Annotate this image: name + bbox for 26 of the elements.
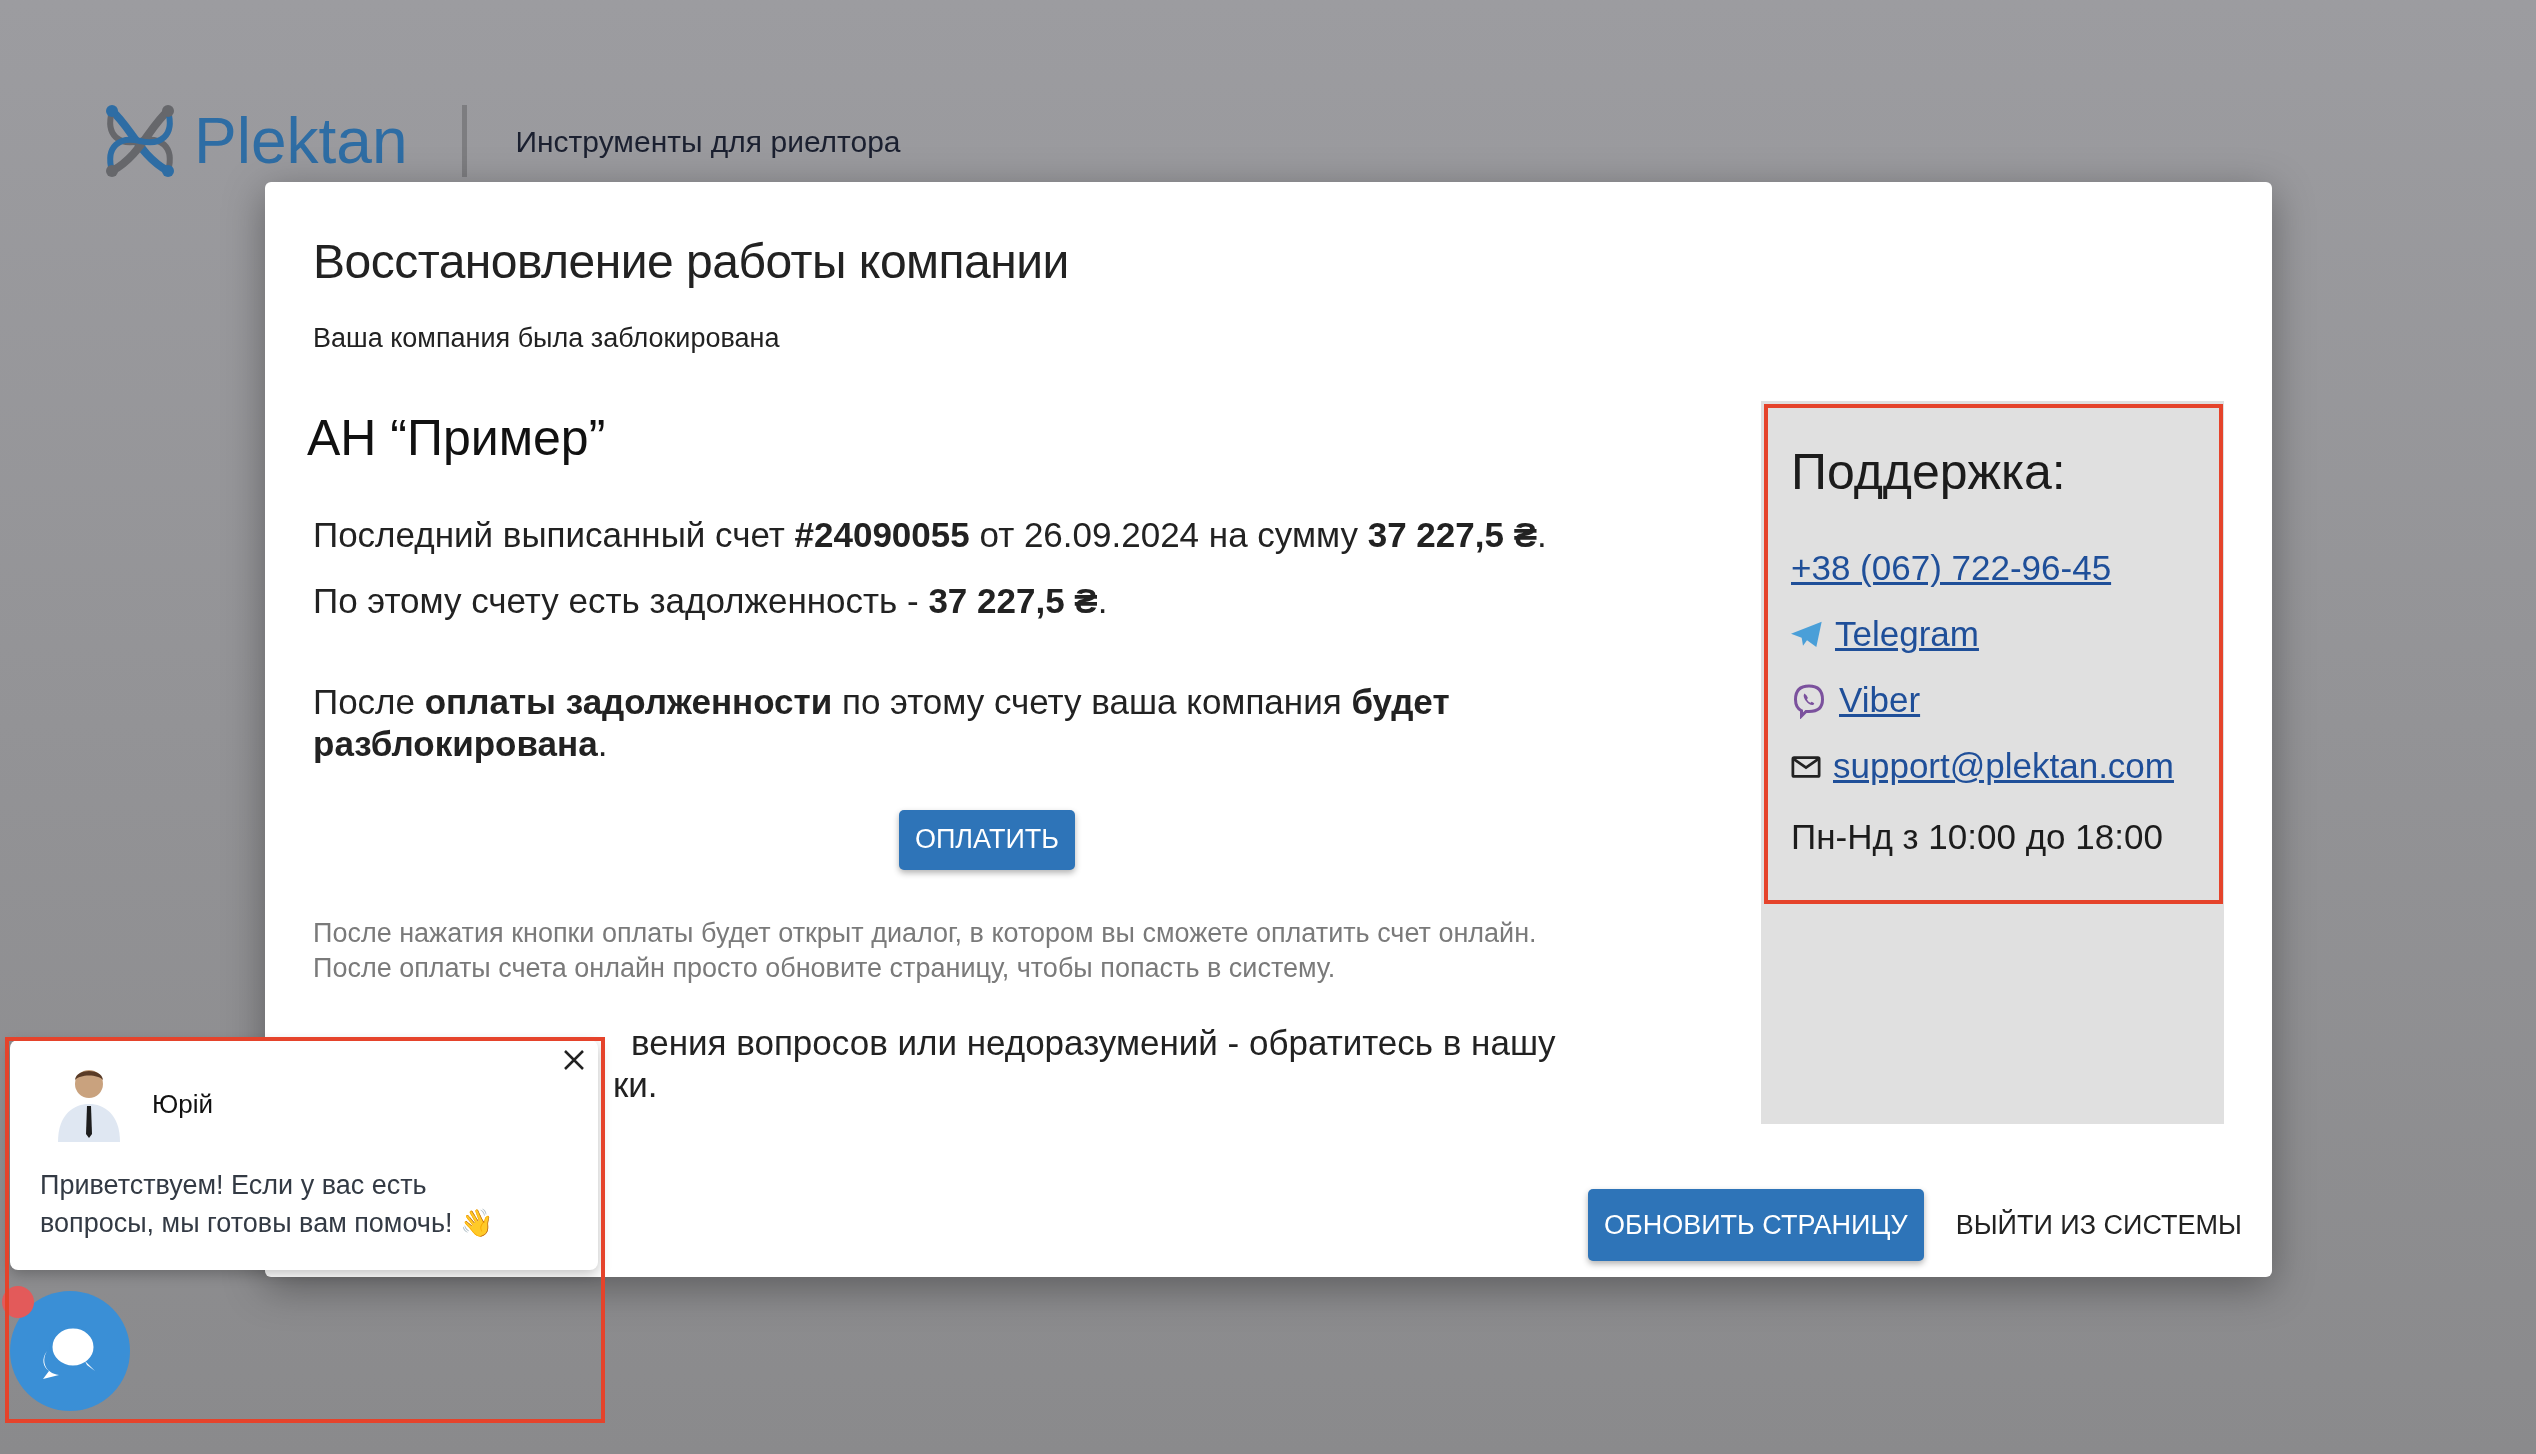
chat-message: Приветствуем! Если у вас есть вопросы, мы готовы вам помочь! 👋 [40, 1169, 495, 1240]
unlock-text: После оплаты задолженности по этому счету ваша компания будет разблокирована. [313, 680, 1451, 765]
payment-note: После оплаты счета онлайн просто обновите страницу, чтобы попасть в систему. [313, 951, 1337, 985]
contact-text: вения вопросов или недоразумений - обратитесь в нашу [631, 1021, 1556, 1064]
support-hours: Пн-Нд з 10:00 до 18:00 [1791, 815, 2164, 855]
refresh-button[interactable]: ОБНОВИТЬ СТРАНИЦУ [1587, 1189, 1924, 1261]
agent-name: Юрій [152, 1087, 214, 1121]
contact-link[interactable]: support@plektan.com [1833, 740, 2174, 793]
contact-link[interactable]: +38 (067) 722-96-45 [1791, 542, 2112, 595]
contact-link[interactable]: Viber [1839, 674, 1921, 727]
contact-text-end: ки. [613, 1063, 658, 1106]
close-icon[interactable] [562, 1048, 586, 1072]
envelope-icon [1791, 754, 1821, 779]
logout-button[interactable]: ВЫЙТИ ИЗ СИСТЕМЫ [1939, 1189, 2258, 1261]
support-title: Поддержка: [1791, 446, 2067, 497]
pay-button[interactable]: ОПЛАТИТЬ [898, 809, 1076, 870]
payment-note: После нажатия кнопки оплаты будет открыт диалог, в котором вы сможете оплатить счет онлайн. [313, 916, 1538, 950]
paper-plane-icon [1791, 620, 1823, 649]
company-name: АН “Пример” [307, 412, 607, 463]
tagline: Инструменты для риелтора [515, 123, 901, 160]
contact-link[interactable]: Telegram [1835, 608, 1979, 661]
dialog-title: Восстановление работы компании [313, 238, 1070, 286]
phone-bubble-icon [1791, 682, 1827, 719]
dialog-subtitle: Ваша компания была заблокирована [313, 322, 781, 355]
invoice-text: По этому счету есть задолженность - 37 227,5 ₴. [313, 580, 1109, 621]
invoice-text: Последний выписанный счет #24090055 от 26.09.2024 на сумму 37 227,5 ₴. [313, 514, 1548, 555]
